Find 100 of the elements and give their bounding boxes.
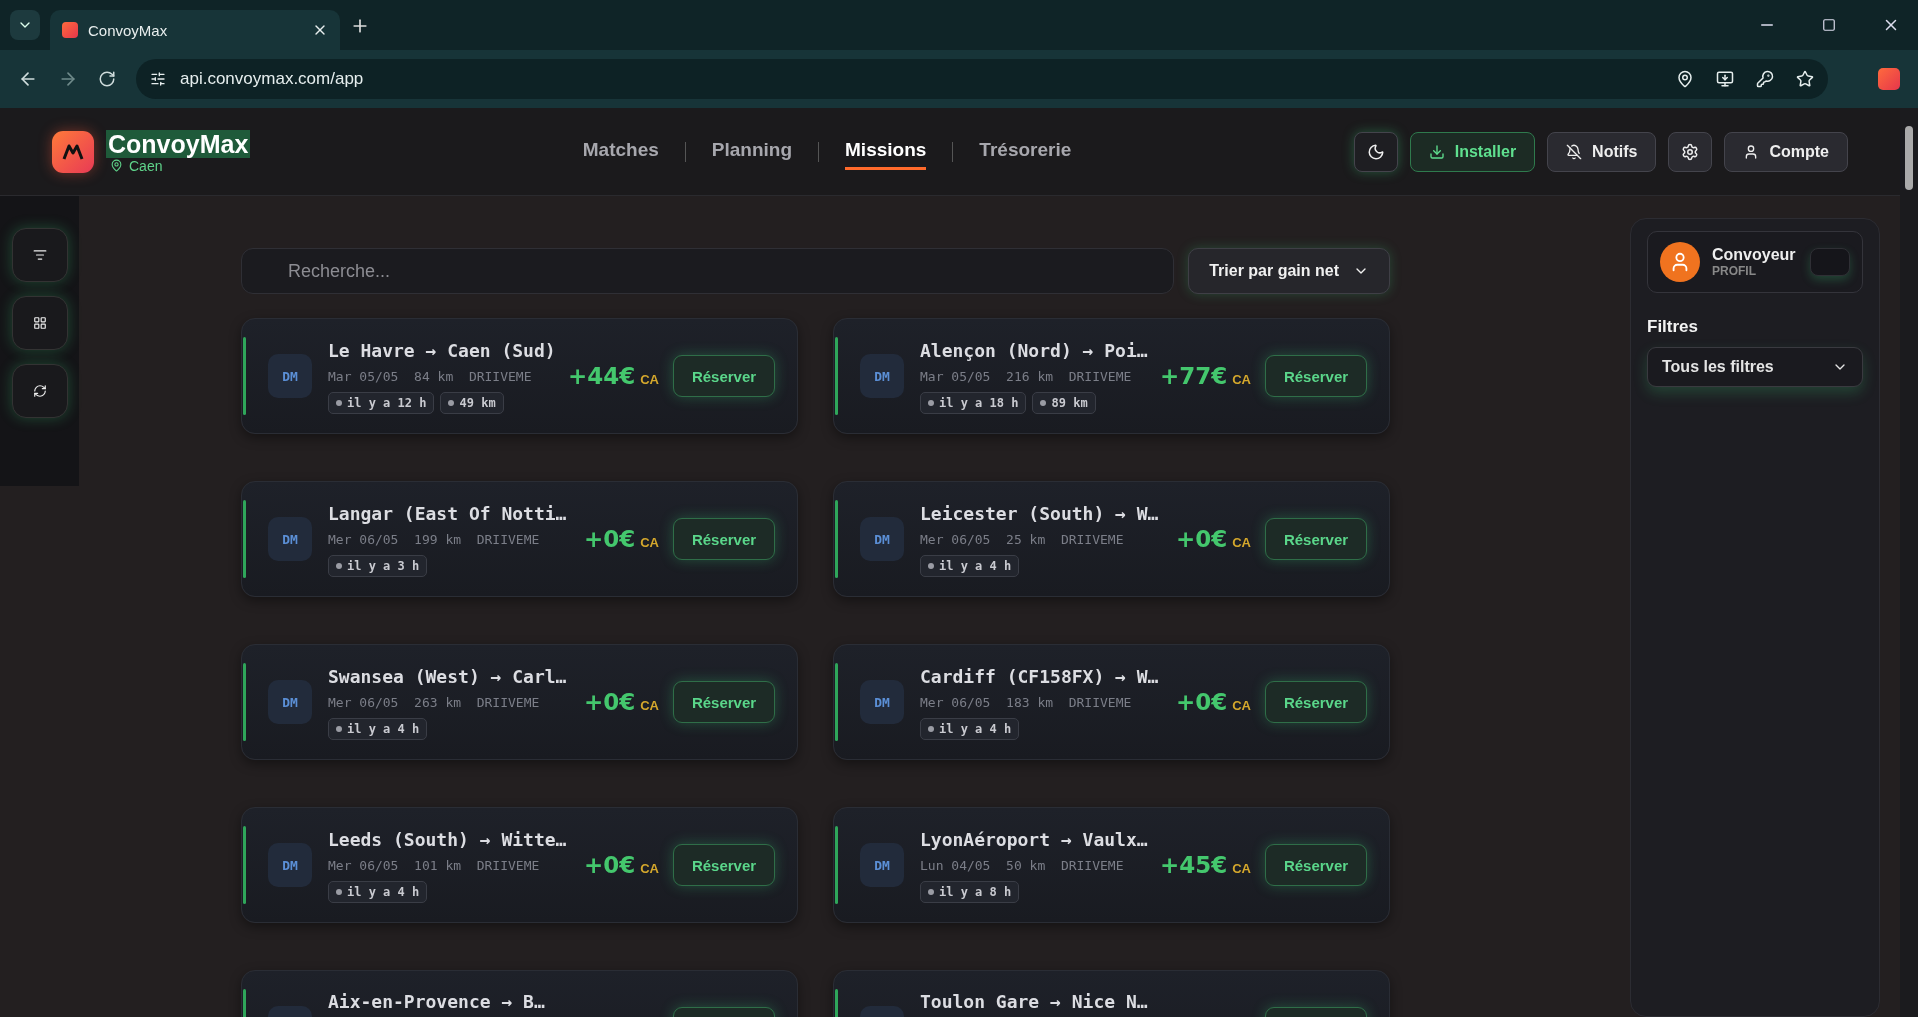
price-amount: +0€: [1175, 526, 1228, 552]
mission-meta: Mer 06/05 101 km DRIIVEME: [328, 858, 541, 874]
route-title: Langar (East Of Notti…: [328, 501, 568, 526]
reserve-button[interactable]: Réserver: [1265, 355, 1367, 397]
price-unit: CA: [640, 861, 659, 876]
pin-icon: [110, 159, 123, 172]
info-tag: il y a 18 h: [920, 392, 1027, 415]
sort-dropdown[interactable]: Trier par gain net: [1188, 248, 1390, 294]
profile-toggle[interactable]: [1810, 248, 1850, 276]
source-badge: DM: [860, 517, 904, 561]
url-text: api.convoymax.com/app: [180, 69, 364, 89]
info-tag: il y a 3 h: [328, 555, 428, 578]
source-badge: DM: [268, 517, 312, 561]
nav-tab[interactable]: Matches: [582, 133, 659, 170]
download-icon: [1428, 143, 1445, 160]
site-settings-icon[interactable]: [150, 71, 166, 87]
reserve-button[interactable]: Réserver: [673, 518, 775, 560]
notifications-button[interactable]: Notifs: [1547, 131, 1657, 172]
source-badge: DM: [860, 680, 904, 724]
source-badge: DM: [268, 354, 312, 398]
tab-title: ConvoyMax: [88, 21, 168, 39]
source-badge: DM: [268, 843, 312, 887]
settings-icon: [1681, 142, 1700, 161]
reload-icon[interactable]: [98, 70, 116, 88]
info-tag: il y a 8 h: [920, 881, 1020, 904]
bookmark-star-icon[interactable]: [1796, 70, 1814, 88]
scrollbar-thumb[interactable]: [1905, 126, 1913, 190]
install-app-icon[interactable]: [1716, 70, 1734, 88]
mission-meta: Mer 06/05 25 km DRIIVEME: [920, 532, 1125, 548]
user-avatar-icon: [1660, 242, 1700, 282]
nav-tab[interactable]: Missions: [845, 133, 927, 170]
route-title: Leicester (South) → W…: [920, 501, 1160, 526]
filter-dropdown[interactable]: Tous les filtres: [1647, 347, 1863, 387]
mission-meta: Mer 06/05 183 km DRIIVEME: [920, 695, 1133, 711]
profile-name: Convoyeur: [1712, 246, 1796, 264]
info-tag: 89 km: [1032, 392, 1096, 415]
price-amount: +45€: [1159, 852, 1228, 878]
source-badge: DM: [860, 354, 904, 398]
brand-name: ConvoyMax: [106, 129, 251, 158]
info-tag: 49 km: [440, 392, 504, 415]
route-title: Aix-en-Provence → B…: [328, 990, 546, 1014]
route-title: Alençon (Nord) → Poi…: [920, 338, 1149, 363]
refresh-icon: [32, 384, 47, 398]
price-unit: CA: [1232, 535, 1251, 550]
route-title: Toulon Gare → Nice N…: [920, 990, 1149, 1014]
logo-icon: [52, 130, 94, 173]
city-label: Caen: [129, 157, 163, 174]
reserve-button[interactable]: Réserver: [1265, 518, 1367, 560]
price-amount: +0€: [1175, 689, 1228, 715]
route-title: Cardiff (CF158FX) → W…: [920, 664, 1160, 689]
key-icon[interactable]: [1756, 70, 1774, 88]
search-field[interactable]: Recherche...: [241, 248, 1175, 294]
extension-icon[interactable]: [1878, 68, 1900, 90]
reserve-button[interactable]: Réserver: [1265, 844, 1367, 886]
reserve-button[interactable]: Réserver: [673, 844, 775, 886]
filters-title: Filtres: [1647, 317, 1700, 337]
route-title: Leeds (South) → Witte…: [328, 827, 568, 852]
address-bar[interactable]: api.convoymax.com/app: [136, 59, 1828, 99]
reserve-button[interactable]: Réserver: [1265, 681, 1367, 723]
price-amount: +0€: [583, 689, 636, 715]
install-button[interactable]: Installer: [1409, 131, 1536, 172]
price-unit: CA: [640, 698, 659, 713]
reserve-button[interactable]: Réserver: [673, 355, 775, 397]
price-unit: CA: [1232, 698, 1251, 713]
mission-meta: Mer 06/05 199 km DRIIVEME: [328, 532, 541, 548]
price-unit: CA: [1232, 372, 1251, 387]
browser-tab[interactable]: ConvoyMax: [50, 10, 340, 50]
grid-icon: [32, 316, 47, 330]
info-tag: il y a 4 h: [328, 881, 428, 904]
mission-meta: Mar 05/05 84 km DRIIVEME: [328, 369, 533, 385]
location-icon[interactable]: [1676, 70, 1694, 88]
filter-icon: [32, 248, 47, 262]
restore-icon[interactable]: [1822, 18, 1836, 32]
route-title: Swansea (West) → Carl…: [328, 664, 568, 689]
route-title: LyonAéroport → Vaulx…: [920, 827, 1149, 852]
profile-role: PROFIL: [1712, 264, 1757, 278]
price-unit: CA: [640, 535, 659, 550]
info-tag: il y a 4 h: [920, 555, 1020, 578]
route-title: Le Havre → Caen (Sud): [328, 338, 557, 363]
mission-meta: Mer 06/05 263 km DRIIVEME: [328, 695, 541, 711]
info-tag: il y a 4 h: [920, 718, 1020, 741]
source-badge: DM: [860, 843, 904, 887]
source-badge: DM: [268, 680, 312, 724]
theme-button[interactable]: [1353, 131, 1398, 172]
mission-meta: Mar 05/05 216 km DRIIVEME: [920, 369, 1133, 385]
price-amount: +44€: [567, 363, 636, 389]
info-tag: il y a 4 h: [328, 718, 428, 741]
account-button[interactable]: Compte: [1724, 131, 1848, 172]
moon-icon: [1366, 142, 1385, 161]
mission-meta: Lun 04/05 50 km DRIIVEME: [920, 858, 1125, 874]
nav-tab[interactable]: Planning: [711, 133, 793, 170]
tab-list-button[interactable]: [10, 10, 40, 40]
info-tag: il y a 12 h: [328, 392, 435, 415]
price-unit: CA: [1232, 861, 1251, 876]
reserve-button[interactable]: Réserver: [673, 681, 775, 723]
settings-button[interactable]: [1668, 131, 1713, 172]
nav-tab[interactable]: Trésorerie: [979, 133, 1072, 170]
grid-button[interactable]: [11, 296, 68, 350]
price-unit: CA: [640, 372, 659, 387]
price-amount: +77€: [1159, 363, 1228, 389]
